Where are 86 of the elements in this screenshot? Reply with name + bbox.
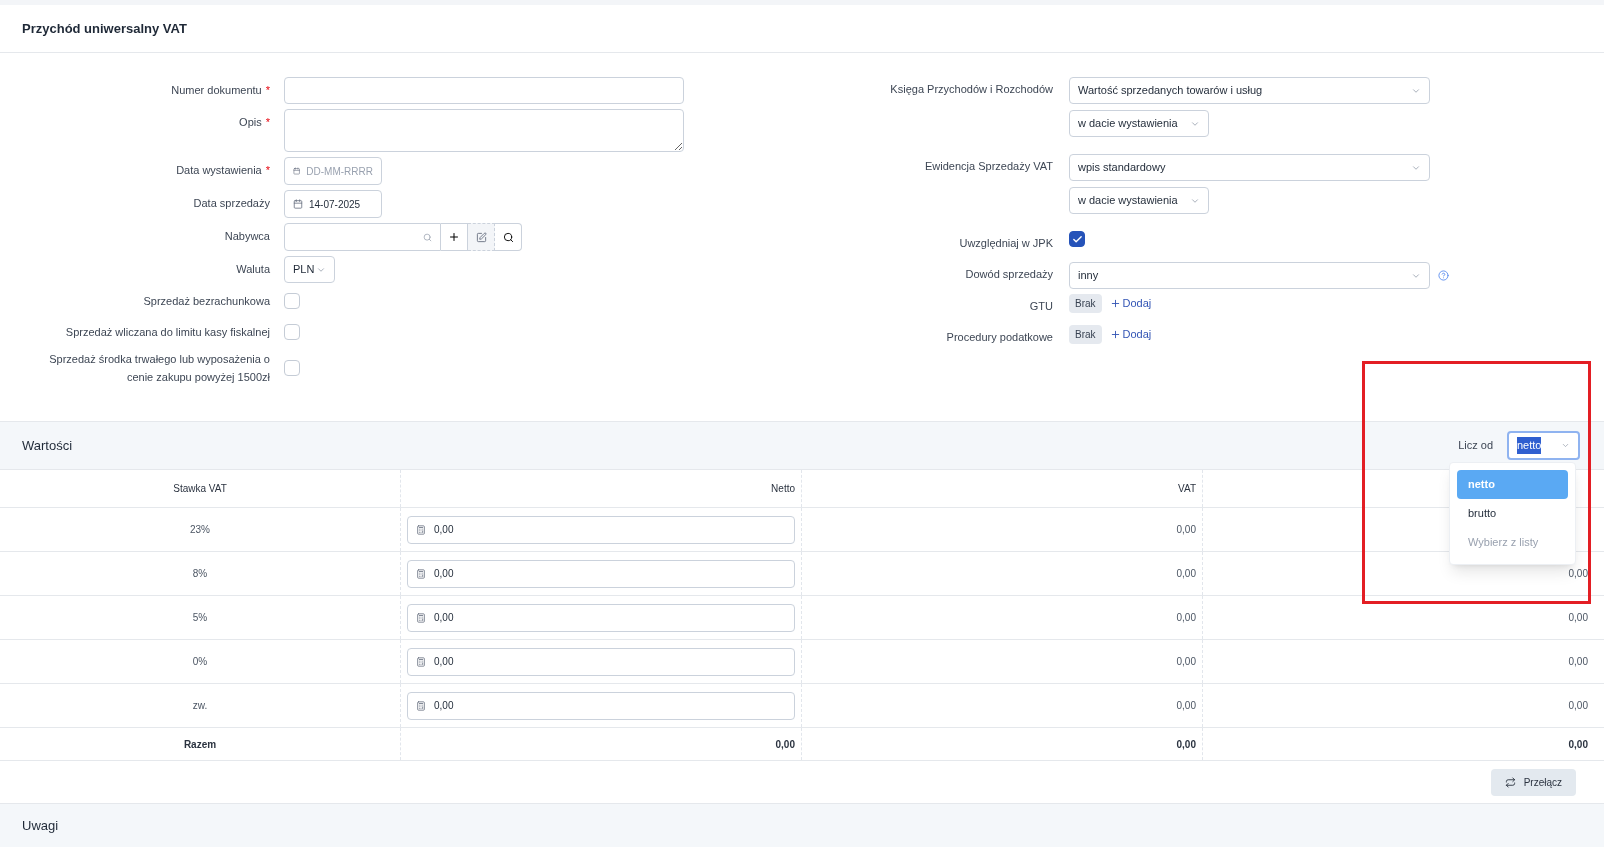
section-title: Wartości [22, 436, 73, 455]
amount-input[interactable]: 0,00 [407, 559, 795, 588]
total-cell-text: 0,00 [1176, 737, 1196, 752]
help-icon[interactable] [1438, 270, 1449, 281]
page-title: Przychód uniwersalny VAT [22, 19, 187, 38]
field-label: Księga Przychodów i Rozchodów [890, 83, 1053, 95]
field-label: Data sprzedaży [193, 197, 270, 209]
tag-label: Brak [1069, 325, 1102, 344]
add-link[interactable]: Dodaj [1109, 295, 1152, 312]
gross-cell-text: 0,00 [1568, 567, 1588, 581]
rate-cell-text: 23% [190, 523, 210, 537]
field-label: Ewidencja Sprzedaży VAT [925, 160, 1053, 172]
gross-cell-text: 0,00 [1568, 611, 1588, 625]
column-header: VAT [1178, 482, 1196, 496]
rate-cell-text: 5% [192, 611, 208, 625]
checkbox[interactable] [1069, 231, 1085, 247]
field-label: Sprzedaż środka trwałego lub wyposażenia o cenie zakupu powyżej 1500zł [49, 353, 270, 383]
field-label: Numer dokumentu [171, 84, 262, 96]
edit-icon [475, 231, 487, 243]
select-field[interactable]: Wartość sprzedanych towarów i usług [1069, 77, 1430, 104]
calculator-icon [416, 656, 426, 667]
total-label: Razem [183, 737, 217, 752]
check-icon [1071, 233, 1083, 245]
required-asterisk: * [265, 164, 270, 176]
rate-cell-text: zw. [192, 699, 208, 713]
vat-cell-text: 0,00 [1176, 699, 1196, 713]
amount-input[interactable]: 0,00 [407, 691, 795, 720]
vat-cell-text: 0,00 [1176, 611, 1196, 625]
switch-button[interactable]: Przełącz [1490, 768, 1576, 796]
field-label: Uwzględniaj w JPK [959, 237, 1053, 249]
calc-select[interactable]: netto [1507, 431, 1580, 460]
calendar-icon [293, 199, 303, 209]
select-field[interactable]: inny [1069, 262, 1430, 289]
field-label: GTU [1029, 300, 1053, 312]
text-input[interactable] [284, 77, 684, 104]
calendar-icon [293, 166, 301, 176]
select-field[interactable]: wpis standardowy [1069, 154, 1430, 181]
search-button[interactable] [495, 223, 522, 251]
total-cell-text: 0,00 [775, 737, 795, 752]
calculator-icon [416, 524, 426, 535]
calculator-icon [416, 612, 426, 623]
field-label: Waluta [236, 263, 270, 275]
column-header: Stawka VAT [173, 482, 227, 496]
search-icon [502, 231, 514, 243]
chevron-icon [1561, 441, 1570, 450]
column-header: Netto [771, 482, 795, 496]
amount-input[interactable]: 0,00 [407, 603, 795, 632]
field-label: Data wystawienia [176, 164, 262, 176]
dropdown-option: Wybierz z listy [1457, 528, 1568, 557]
field-label: Opis [239, 116, 262, 128]
date-field[interactable]: 14-07-2025 [284, 190, 382, 218]
field-label: Procedury podatkowe [946, 331, 1053, 343]
dropdown-option[interactable]: brutto [1457, 499, 1568, 528]
gross-cell-text: 0,00 [1568, 655, 1588, 669]
search-icon [423, 232, 432, 242]
field-label: Dowód sprzedaży [965, 268, 1053, 280]
field-label: Nabywca [224, 230, 270, 242]
add-link[interactable]: Dodaj [1109, 326, 1152, 343]
section-title: Uwagi [22, 816, 59, 835]
total-cell-text: 0,00 [1568, 737, 1588, 752]
textarea-input[interactable] [284, 109, 684, 152]
plus-icon [448, 231, 460, 243]
vat-cell-text: 0,00 [1176, 567, 1196, 581]
amount-input[interactable]: 0,00 [407, 515, 795, 544]
repeat-icon [1504, 776, 1516, 788]
rate-cell-text: 0% [192, 655, 208, 669]
rate-cell-text: 8% [192, 567, 208, 581]
required-asterisk: * [265, 84, 270, 96]
select-field[interactable]: PLN [284, 256, 335, 283]
vat-cell-text: 0,00 [1176, 523, 1196, 537]
vat-cell-text: 0,00 [1176, 655, 1196, 669]
calculator-icon [416, 700, 426, 711]
field-label: Sprzedaż wliczana do limitu kasy fiskalnej [65, 326, 270, 338]
tag-label: Brak [1069, 294, 1102, 313]
gross-cell-text: 0,00 [1568, 699, 1588, 713]
field-label: Sprzedaż bezrachunkowa [143, 295, 270, 307]
select-field[interactable]: w dacie wystawienia [1069, 187, 1209, 214]
select-field[interactable]: w dacie wystawienia [1069, 110, 1209, 137]
amount-input[interactable]: 0,00 [407, 647, 795, 676]
plus-icon [1109, 298, 1121, 309]
plus-icon [1109, 329, 1121, 340]
calc-label: Licz od [1458, 438, 1493, 454]
required-asterisk: * [265, 116, 270, 128]
buyer-input[interactable] [284, 223, 441, 251]
calculator-icon [416, 568, 426, 579]
add-button[interactable] [441, 223, 468, 251]
